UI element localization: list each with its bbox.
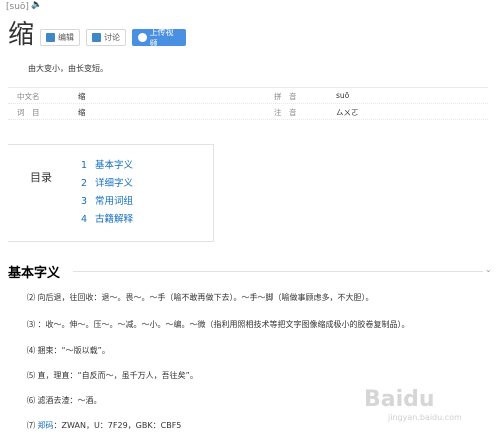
toc-item[interactable]: 3 常用词组 [81,193,133,211]
baidu-watermark: Baidu jingyan.baidu.com [364,387,462,422]
info-key: 拼 音 [274,92,297,101]
pinyin: [suō] [6,2,29,12]
definition-item: ⑷ 捆束：“～版以载”。 [27,346,110,355]
headword: 缩 [8,20,35,50]
info-row: 词 目 缩 注 音 ㄙㄨㄛ [8,104,488,120]
discuss-label: 讨论 [104,33,120,42]
toc-item[interactable]: 2 详细字义 [81,175,133,193]
edit-button[interactable]: 编辑 [40,29,80,46]
toc-list: 1 基本字义 2 详细字义 3 常用词组 4 古籍解释 [81,157,133,229]
plus-icon [138,33,147,42]
speaker-icon[interactable]: 🔈 [31,0,42,10]
zhengma-link[interactable]: 郑码 [38,421,54,430]
upload-video-button[interactable]: 上传视频 [132,27,186,48]
info-value: 缩 [78,92,86,101]
edit-icon [46,33,55,42]
info-value: suō [336,91,350,100]
edit-label: 编辑 [58,33,74,42]
info-value: ㄙㄨㄛ [336,108,359,117]
info-value: 缩 [78,108,86,117]
toc-title: 目录 [30,171,52,184]
toc-item[interactable]: 4 古籍解释 [81,211,133,229]
section-title: 基本字义 [8,266,61,281]
discuss-icon [92,33,101,42]
definition-item: ⑺ 郑码：ZWAN，U：7F29，GBK：CBF5 [27,421,182,430]
summary: 由大变小，由长变短。 [28,64,108,73]
info-table: 中文名 缩 拼 音 suō 词 目 缩 注 音 ㄙㄨㄛ [8,87,488,120]
svg-text:Baidu: Baidu [364,387,435,412]
discuss-button[interactable]: 讨论 [86,29,126,46]
section-divider [73,271,483,272]
toc-item[interactable]: 1 基本字义 [81,157,133,175]
collapse-icon[interactable]: ⌄ [485,265,492,274]
info-key: 注 音 [274,108,297,117]
info-key: 词 目 [17,108,40,117]
definition-item: ⑸ 直，理直：“自反而～，虽千万人，吾往矣”。 [27,371,198,380]
info-key: 中文名 [17,92,40,101]
upload-label: 上传视频 [149,27,174,48]
definition-item: ⑶ ：收～。伸～。压～。～减。～小。～编。～微（指利用照相技术等把文字图像缩成极… [27,320,410,329]
table-of-contents: 目录 1 基本字义 2 详细字义 3 常用词组 4 古籍解释 [8,144,214,242]
svg-text:jingyan.baidu.com: jingyan.baidu.com [387,413,462,422]
definition-item: ⑹ 滤酒去渣：～酒。 [27,396,102,405]
info-row: 中文名 缩 拼 音 suō [8,88,488,104]
definition-item: ⑵ 向后退，往回收：退～。畏～。～手（喻不敢再做下去）。～手～脚（喻做事顾虑多，… [27,293,374,302]
